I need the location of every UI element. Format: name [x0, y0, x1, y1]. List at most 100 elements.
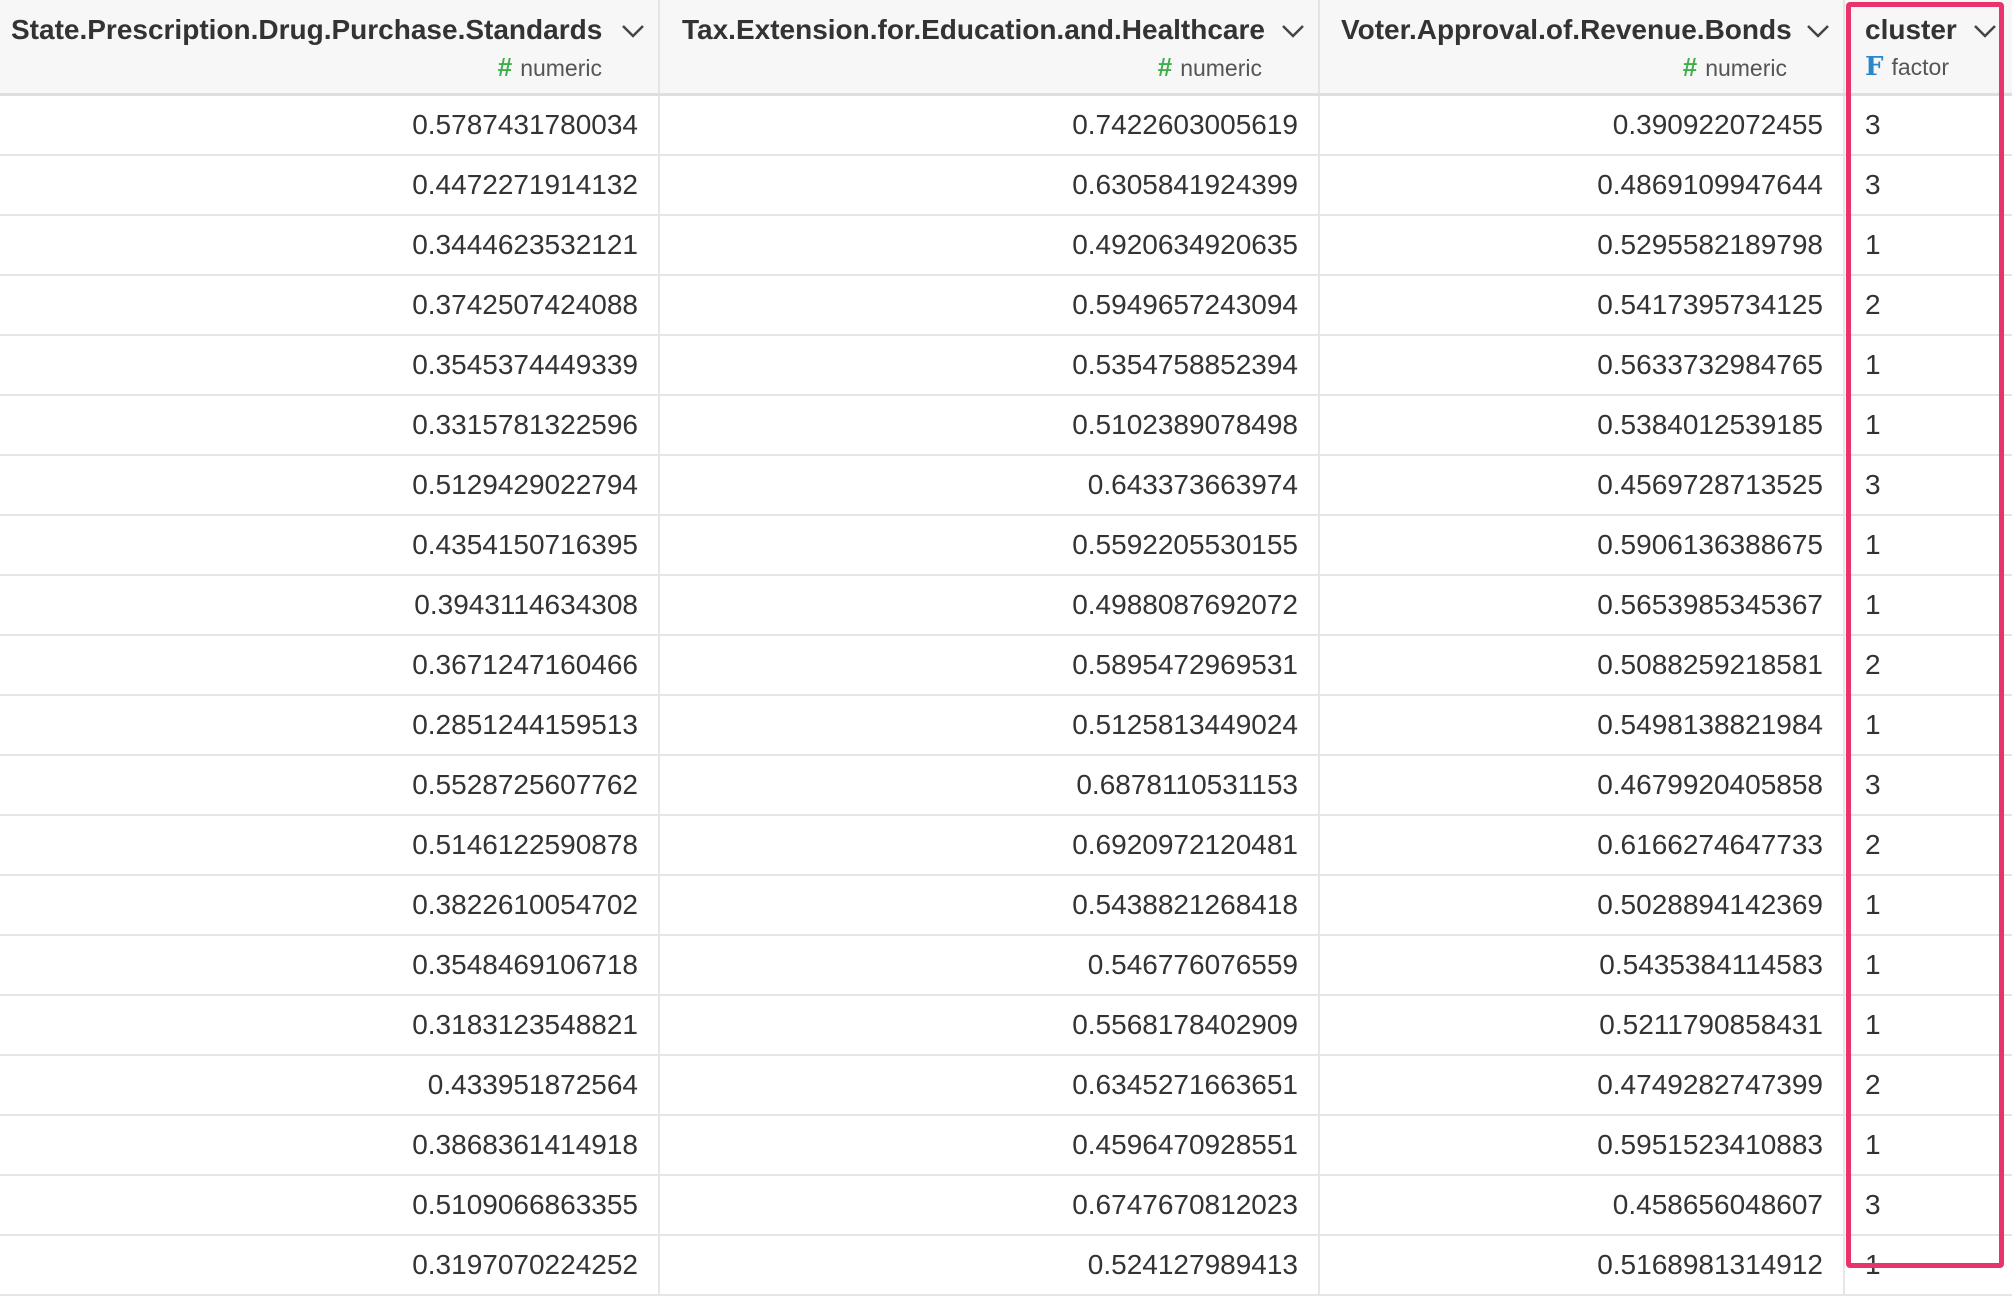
- cell-tax-extension[interactable]: 0.6345271663651: [660, 1056, 1320, 1114]
- cell-tax-extension[interactable]: 0.7422603005619: [660, 96, 1320, 154]
- chevron-down-icon[interactable]: [1280, 22, 1306, 40]
- table-row[interactable]: 0.433951872564 0.6345271663651 0.474928274…: [0, 1056, 2012, 1116]
- table-row[interactable]: 0.5787431780034 0.7422603005619 0.39092207…: [0, 96, 2012, 156]
- cell-voter-approval[interactable]: 0.5088259218581: [1320, 636, 1845, 694]
- cell-tax-extension[interactable]: 0.6920972120481: [660, 816, 1320, 874]
- cell-cluster[interactable]: 1: [1845, 696, 2012, 754]
- cell-tax-extension[interactable]: 0.6305841924399: [660, 156, 1320, 214]
- cell-voter-approval[interactable]: 0.5498138821984: [1320, 696, 1845, 754]
- table-row[interactable]: 0.2851244159513 0.5125813449024 0.54981388…: [0, 696, 2012, 756]
- cell-voter-approval[interactable]: 0.5168981314912: [1320, 1236, 1845, 1294]
- cell-cluster[interactable]: 1: [1845, 996, 2012, 1054]
- cell-state-prescription[interactable]: 0.4354150716395: [0, 516, 660, 574]
- cell-tax-extension[interactable]: 0.5125813449024: [660, 696, 1320, 754]
- cell-state-prescription[interactable]: 0.3943114634308: [0, 576, 660, 634]
- cell-voter-approval[interactable]: 0.5906136388675: [1320, 516, 1845, 574]
- cell-tax-extension[interactable]: 0.5895472969531: [660, 636, 1320, 694]
- cell-voter-approval[interactable]: 0.5435384114583: [1320, 936, 1845, 994]
- column-header-cluster[interactable]: cluster Ffactor: [1845, 0, 2012, 93]
- table-row[interactable]: 0.5146122590878 0.6920972120481 0.61662746…: [0, 816, 2012, 876]
- column-header-tax-extension[interactable]: Tax.Extension.for.Education.and.Healthca…: [660, 0, 1320, 93]
- cell-tax-extension[interactable]: 0.5102389078498: [660, 396, 1320, 454]
- cell-voter-approval[interactable]: 0.5951523410883: [1320, 1116, 1845, 1174]
- cell-cluster[interactable]: 3: [1845, 756, 2012, 814]
- cell-state-prescription[interactable]: 0.3183123548821: [0, 996, 660, 1054]
- table-row[interactable]: 0.3868361414918 0.4596470928551 0.59515234…: [0, 1116, 2012, 1176]
- cell-voter-approval[interactable]: 0.5211790858431: [1320, 996, 1845, 1054]
- table-row[interactable]: 0.4354150716395 0.5592205530155 0.59061363…: [0, 516, 2012, 576]
- cell-voter-approval[interactable]: 0.458656048607: [1320, 1176, 1845, 1234]
- chevron-down-icon[interactable]: [1972, 22, 1998, 40]
- cell-voter-approval[interactable]: 0.4569728713525: [1320, 456, 1845, 514]
- cell-voter-approval[interactable]: 0.5653985345367: [1320, 576, 1845, 634]
- cell-cluster[interactable]: 1: [1845, 336, 2012, 394]
- cell-voter-approval[interactable]: 0.4869109947644: [1320, 156, 1845, 214]
- table-row[interactable]: 0.3822610054702 0.5438821268418 0.50288941…: [0, 876, 2012, 936]
- table-row[interactable]: 0.3671247160466 0.5895472969531 0.50882592…: [0, 636, 2012, 696]
- cell-tax-extension[interactable]: 0.4596470928551: [660, 1116, 1320, 1174]
- cell-state-prescription[interactable]: 0.5146122590878: [0, 816, 660, 874]
- cell-cluster[interactable]: 1: [1845, 396, 2012, 454]
- cell-cluster[interactable]: 2: [1845, 276, 2012, 334]
- cell-tax-extension[interactable]: 0.5592205530155: [660, 516, 1320, 574]
- cell-tax-extension[interactable]: 0.4920634920635: [660, 216, 1320, 274]
- table-row[interactable]: 0.5528725607762 0.6878110531153 0.46799204…: [0, 756, 2012, 816]
- cell-voter-approval[interactable]: 0.5633732984765: [1320, 336, 1845, 394]
- cell-state-prescription[interactable]: 0.3548469106718: [0, 936, 660, 994]
- table-row[interactable]: 0.3943114634308 0.4988087692072 0.56539853…: [0, 576, 2012, 636]
- table-row[interactable]: 0.3545374449339 0.5354758852394 0.56337329…: [0, 336, 2012, 396]
- cell-voter-approval[interactable]: 0.5295582189798: [1320, 216, 1845, 274]
- cell-voter-approval[interactable]: 0.5384012539185: [1320, 396, 1845, 454]
- cell-tax-extension[interactable]: 0.643373663974: [660, 456, 1320, 514]
- chevron-down-icon[interactable]: [1805, 22, 1831, 40]
- cell-tax-extension[interactable]: 0.5354758852394: [660, 336, 1320, 394]
- table-row[interactable]: 0.4472271914132 0.6305841924399 0.48691099…: [0, 156, 2012, 216]
- cell-tax-extension[interactable]: 0.524127989413: [660, 1236, 1320, 1294]
- cell-tax-extension[interactable]: 0.5438821268418: [660, 876, 1320, 934]
- cell-cluster[interactable]: 2: [1845, 816, 2012, 874]
- cell-voter-approval[interactable]: 0.4749282747399: [1320, 1056, 1845, 1114]
- cell-state-prescription[interactable]: 0.5109066863355: [0, 1176, 660, 1234]
- table-row[interactable]: 0.3183123548821 0.5568178402909 0.52117908…: [0, 996, 2012, 1056]
- cell-cluster[interactable]: 3: [1845, 96, 2012, 154]
- cell-cluster[interactable]: 3: [1845, 156, 2012, 214]
- chevron-down-icon[interactable]: [620, 22, 646, 40]
- cell-state-prescription[interactable]: 0.3868361414918: [0, 1116, 660, 1174]
- cell-cluster[interactable]: 1: [1845, 1236, 2012, 1294]
- cell-state-prescription[interactable]: 0.3671247160466: [0, 636, 660, 694]
- column-header-voter-approval[interactable]: Voter.Approval.of.Revenue.Bonds # numeric: [1320, 0, 1845, 93]
- cell-cluster[interactable]: 1: [1845, 516, 2012, 574]
- table-row[interactable]: 0.3197070224252 0.524127989413 0.516898131…: [0, 1236, 2012, 1296]
- cell-state-prescription[interactable]: 0.2851244159513: [0, 696, 660, 754]
- cell-state-prescription[interactable]: 0.3742507424088: [0, 276, 660, 334]
- table-row[interactable]: 0.3742507424088 0.5949657243094 0.54173957…: [0, 276, 2012, 336]
- cell-cluster[interactable]: 3: [1845, 456, 2012, 514]
- cell-tax-extension[interactable]: 0.6878110531153: [660, 756, 1320, 814]
- cell-tax-extension[interactable]: 0.4988087692072: [660, 576, 1320, 634]
- cell-cluster[interactable]: 1: [1845, 936, 2012, 994]
- cell-state-prescription[interactable]: 0.3545374449339: [0, 336, 660, 394]
- table-row[interactable]: 0.5129429022794 0.643373663974 0.456972871…: [0, 456, 2012, 516]
- cell-cluster[interactable]: 1: [1845, 1116, 2012, 1174]
- cell-state-prescription[interactable]: 0.3315781322596: [0, 396, 660, 454]
- cell-tax-extension[interactable]: 0.546776076559: [660, 936, 1320, 994]
- cell-state-prescription[interactable]: 0.4472271914132: [0, 156, 660, 214]
- cell-tax-extension[interactable]: 0.6747670812023: [660, 1176, 1320, 1234]
- table-row[interactable]: 0.3548469106718 0.546776076559 0.543538411…: [0, 936, 2012, 996]
- cell-state-prescription[interactable]: 0.5129429022794: [0, 456, 660, 514]
- cell-cluster[interactable]: 1: [1845, 576, 2012, 634]
- cell-state-prescription[interactable]: 0.3822610054702: [0, 876, 660, 934]
- cell-voter-approval[interactable]: 0.5417395734125: [1320, 276, 1845, 334]
- cell-cluster[interactable]: 3: [1845, 1176, 2012, 1234]
- column-header-state-prescription[interactable]: State.Prescription.Drug.Purchase.Standar…: [0, 0, 660, 93]
- table-row[interactable]: 0.3444623532121 0.4920634920635 0.52955821…: [0, 216, 2012, 276]
- cell-state-prescription[interactable]: 0.3197070224252: [0, 1236, 660, 1294]
- cell-voter-approval[interactable]: 0.5028894142369: [1320, 876, 1845, 934]
- cell-cluster[interactable]: 2: [1845, 1056, 2012, 1114]
- cell-cluster[interactable]: 2: [1845, 636, 2012, 694]
- cell-cluster[interactable]: 1: [1845, 876, 2012, 934]
- cell-state-prescription[interactable]: 0.3444623532121: [0, 216, 660, 274]
- table-row[interactable]: 0.5109066863355 0.6747670812023 0.45865604…: [0, 1176, 2012, 1236]
- cell-voter-approval[interactable]: 0.6166274647733: [1320, 816, 1845, 874]
- cell-cluster[interactable]: 1: [1845, 216, 2012, 274]
